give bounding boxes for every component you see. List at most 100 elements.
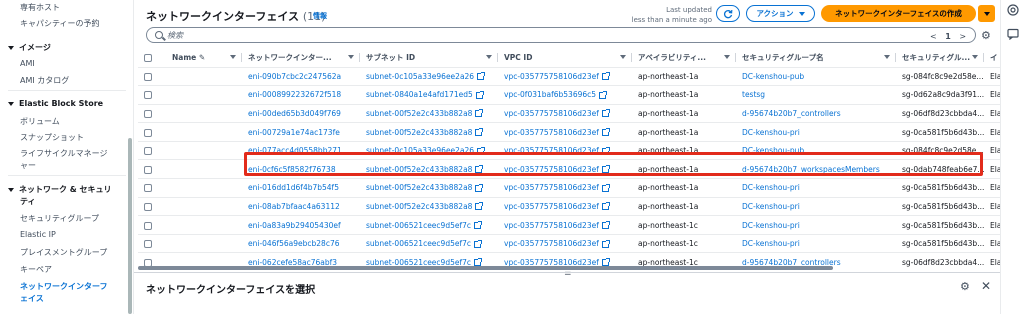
horizontal-scrollbar[interactable] [138, 266, 833, 270]
table-row[interactable]: eni-00729a1e74ac173fe subnet-00f52e2c433b… [138, 122, 1000, 142]
table-row[interactable]: eni-046f56a9ebcb28c76 subnet-006521ceec9d… [138, 234, 1000, 254]
cell-subnet-id[interactable]: subnet-006521ceec9d5ef7c [360, 215, 498, 235]
gear-icon[interactable]: ⚙ [981, 29, 991, 42]
sidebar-item-volumes[interactable]: ボリューム [20, 116, 60, 127]
cell-interface-id[interactable]: eni-046f56a9ebcb28c76 [242, 234, 360, 254]
cell-vpc-id[interactable]: vpc-035775758106d23ef [498, 104, 632, 124]
cell-interface-id[interactable]: eni-00729a1e74ac173fe [242, 122, 360, 142]
cell-vpc-id[interactable]: vpc-035775758106d23ef [498, 141, 632, 161]
settings-icon[interactable]: ⚙ [960, 280, 970, 293]
sidebar-item-security-groups[interactable]: セキュリティグループ [20, 213, 99, 224]
checkbox[interactable] [144, 221, 152, 230]
sidebar-section-images[interactable]: イメージ [8, 42, 51, 53]
cell-subnet-id[interactable]: subnet-0840a1e4afd171ed5 [360, 85, 498, 105]
checkbox[interactable] [144, 184, 152, 193]
checkbox[interactable] [144, 165, 152, 174]
cell-subnet-id[interactable]: subnet-00f52e2c433b882a8 [360, 104, 498, 124]
cell-interface-id[interactable]: eni-08ab7bfaac4a63112 [242, 197, 360, 217]
cell-interface-id[interactable]: eni-016dd1d6f4b7b54f5 [242, 178, 360, 198]
cell-security-group-name[interactable]: d-95674b20b7_workspacesMembers [736, 159, 896, 180]
checkbox[interactable] [144, 147, 152, 156]
page-next-button[interactable]: > [959, 32, 966, 41]
cell-subnet-id[interactable]: subnet-00f52e2c433b882a8 [360, 122, 498, 142]
cell-subnet-id[interactable]: subnet-00f52e2c433b882a8 [360, 197, 498, 217]
page-prev-button[interactable]: < [930, 32, 937, 41]
column-header-interface-id[interactable]: ネットワークインター... [242, 48, 360, 68]
cell-vpc-id[interactable]: vpc-035775758106d23ef [498, 122, 632, 142]
checkbox[interactable] [144, 109, 152, 118]
sidebar-item-key-pairs[interactable]: キーペア [20, 264, 52, 275]
checkbox[interactable] [144, 240, 152, 249]
row-select-cell[interactable] [138, 159, 166, 180]
row-select-cell[interactable] [138, 215, 166, 235]
table-row[interactable]: eni-0cf6c5f8582f76738 subnet-00f52e2c433b… [138, 159, 1000, 180]
sidebar-section-ebs[interactable]: Elastic Block Store [8, 99, 103, 108]
help-panel-icon[interactable] [1007, 4, 1019, 19]
cell-interface-id[interactable]: eni-0008992232672f518 [242, 85, 360, 105]
column-header-security-group-id[interactable]: セキュリティグル... [896, 48, 984, 68]
checkbox[interactable] [144, 53, 152, 62]
feedback-icon[interactable] [1007, 28, 1019, 43]
cell-security-group-name[interactable]: DC-kenshou-pri [736, 197, 896, 217]
cell-vpc-id[interactable]: vpc-0f031baf6b53696c5 [498, 85, 632, 105]
search-input[interactable] [167, 29, 947, 41]
column-header-security-group-name[interactable]: セキュリティグループ名 [736, 48, 896, 68]
cell-interface-id[interactable]: eni-0cf6c5f8582f76738 [242, 159, 360, 180]
column-header-availability-zone[interactable]: アベイラビリティ... [632, 48, 736, 68]
checkbox[interactable] [144, 128, 152, 137]
cell-subnet-id[interactable]: subnet-0c105a33e96ee2a26 [360, 141, 498, 161]
cell-security-group-name[interactable]: DC-kenshou-pri [736, 215, 896, 235]
create-network-interface-button[interactable]: ネットワークインターフェイスの作成 [821, 5, 976, 22]
table-row[interactable]: eni-0008992232672f518 subnet-0840a1e4afd1… [138, 85, 1000, 105]
table-row[interactable]: eni-00ded65b3d049f769 subnet-00f52e2c433b… [138, 104, 1000, 124]
checkbox[interactable] [144, 91, 152, 100]
table-row[interactable]: eni-08ab7bfaac4a63112 subnet-00f52e2c433b… [138, 197, 1000, 217]
info-link[interactable]: 情報 [313, 11, 327, 21]
cell-interface-id[interactable]: eni-00ded65b3d049f769 [242, 104, 360, 124]
sidebar-scrollbar[interactable] [128, 138, 132, 314]
table-row[interactable]: eni-016dd1d6f4b7b54f5 subnet-00f52e2c433b… [138, 178, 1000, 198]
cell-security-group-name[interactable]: DC-kenshou-pub [736, 141, 896, 161]
cell-vpc-id[interactable]: vpc-035775758106d23ef [498, 197, 632, 217]
sidebar-item-ami[interactable]: AMI [20, 59, 35, 68]
select-all-checkbox[interactable] [138, 48, 166, 68]
checkbox[interactable] [144, 202, 152, 211]
cell-security-group-name[interactable]: DC-kenshou-pri [736, 178, 896, 198]
refresh-button[interactable] [716, 5, 740, 22]
close-icon[interactable]: ✕ [981, 279, 991, 293]
sidebar-item-dedicated-hosts[interactable]: 専有ホスト [20, 2, 60, 13]
column-header-subnet-id[interactable]: サブネット ID [360, 48, 498, 68]
table-row[interactable]: eni-090b7cbc2c247562a subnet-0c105a33e96e… [138, 67, 1000, 87]
sidebar-item-lifecycle-manager-cont[interactable]: ャー [20, 160, 36, 171]
column-header-name[interactable]: Name ✎ [166, 48, 242, 68]
table-row[interactable]: eni-0a83a9b29405430ef subnet-006521ceec9d… [138, 215, 1000, 235]
row-select-cell[interactable] [138, 67, 166, 87]
actions-dropdown[interactable]: アクション [746, 5, 815, 22]
cell-subnet-id[interactable]: subnet-006521ceec9d5ef7c [360, 234, 498, 254]
column-header-vpc-id[interactable]: VPC ID [498, 48, 632, 68]
cell-subnet-id[interactable]: subnet-0c105a33e96ee2a26 [360, 67, 498, 87]
row-select-cell[interactable] [138, 104, 166, 124]
cell-security-group-name[interactable]: d-95674b20b7_controllers [736, 104, 896, 124]
cell-vpc-id[interactable]: vpc-035775758106d23ef [498, 67, 632, 87]
cell-interface-id[interactable]: eni-0a83a9b29405430ef [242, 215, 360, 235]
sidebar-item-lifecycle-manager[interactable]: ライフサイクルマネージ [20, 148, 107, 159]
cell-subnet-id[interactable]: subnet-00f52e2c433b882a8 [360, 159, 498, 180]
sidebar-item-placement-groups[interactable]: プレイスメントグループ [20, 247, 107, 258]
table-row[interactable]: eni-077acc4d0558bb271 subnet-0c105a33e96e… [138, 141, 1000, 161]
sidebar-item-capacity-reservations[interactable]: キャパシティーの予約 [20, 18, 100, 29]
cell-vpc-id[interactable]: vpc-035775758106d23ef [498, 215, 632, 235]
cell-interface-id[interactable]: eni-090b7cbc2c247562a [242, 67, 360, 87]
row-select-cell[interactable] [138, 141, 166, 161]
sidebar-item-elastic-ip[interactable]: Elastic IP [20, 230, 56, 239]
row-select-cell[interactable] [138, 178, 166, 198]
checkbox[interactable] [144, 72, 152, 81]
cell-vpc-id[interactable]: vpc-035775758106d23ef [498, 178, 632, 198]
sidebar-item-snapshots[interactable]: スナップショット [20, 132, 84, 143]
row-select-cell[interactable] [138, 197, 166, 217]
row-select-cell[interactable] [138, 85, 166, 105]
row-select-cell[interactable] [138, 122, 166, 142]
sidebar-item-ami-catalog[interactable]: AMI カタログ [20, 75, 69, 86]
cell-security-group-name[interactable]: DC-kenshou-pri [736, 122, 896, 142]
sidebar-item-network-interfaces[interactable]: ネットワークインターフ [20, 281, 108, 292]
